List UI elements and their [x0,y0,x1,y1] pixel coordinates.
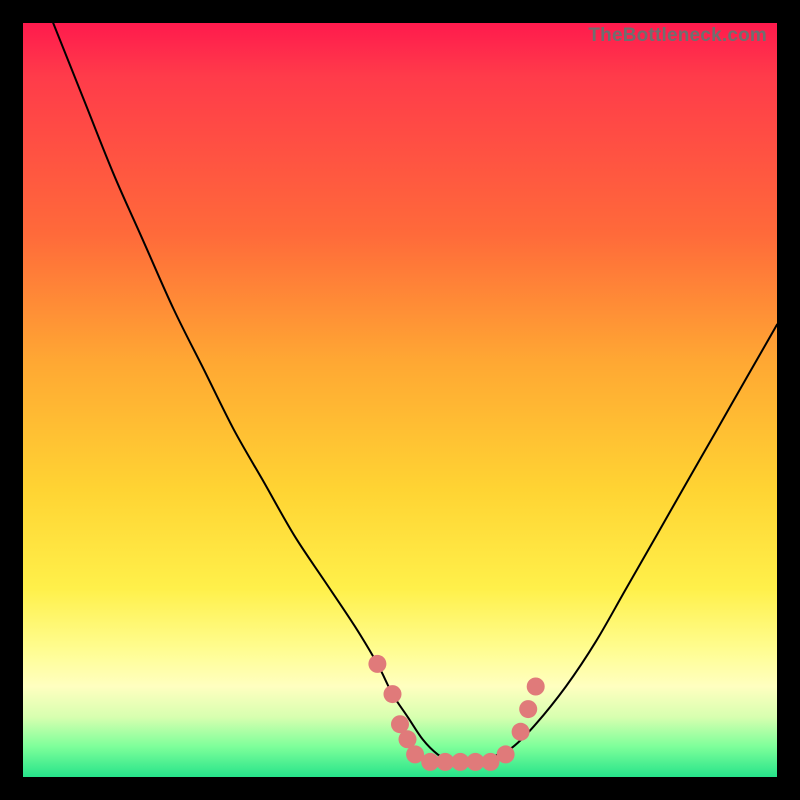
curve-markers [368,655,544,771]
outer-frame: TheBottleneck.com [0,0,800,800]
plot-area: TheBottleneck.com [23,23,777,777]
curve-marker [384,685,402,703]
bottleneck-curve-path [53,23,777,762]
curve-marker [497,745,515,763]
curve-marker [512,723,530,741]
curve-marker [368,655,386,673]
curve-marker [519,700,537,718]
bottleneck-chart [23,23,777,777]
curve-marker [527,678,545,696]
